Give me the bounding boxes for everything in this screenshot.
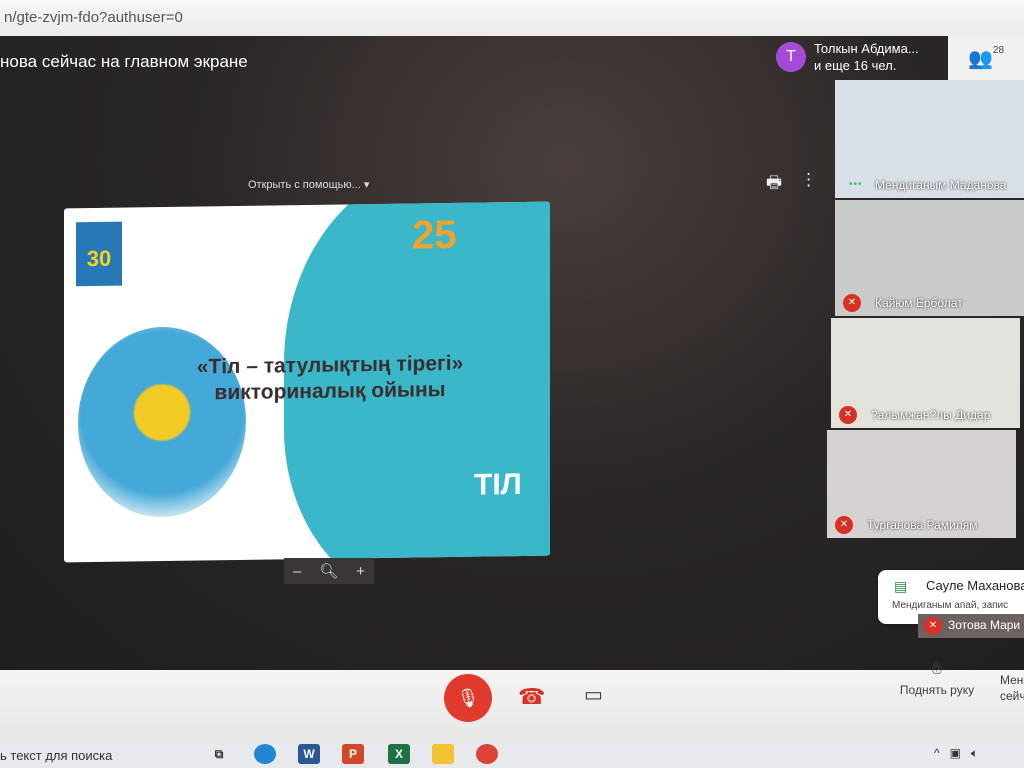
windows-taskbar: ь текст для поиска: [0, 742, 1024, 768]
powerpoint-icon[interactable]: P: [342, 744, 364, 764]
print-icon[interactable]: 🖶: [766, 170, 782, 199]
task-view-icon[interactable]: ⧉: [208, 744, 230, 764]
volume-icon[interactable]: 🔈︎: [971, 746, 978, 761]
slide-title-line1: «Тіл – татулықтың тірегі»: [196, 351, 464, 379]
present-now-button[interactable]: Мен сейч: [1000, 672, 1024, 704]
raise-hand-button[interactable]: ✋︎ Поднять руку: [896, 658, 978, 697]
camera-toggle-button[interactable]: ▭: [584, 682, 603, 707]
microphone-toggle-button[interactable]: 🎙︎: [444, 674, 492, 722]
word-icon[interactable]: W: [298, 744, 320, 764]
chevron-up-icon[interactable]: ^: [934, 746, 940, 761]
mic-off-icon: ✕: [924, 617, 942, 635]
til-logo: ТІЛ: [474, 468, 522, 502]
hand-icon: ✋︎: [931, 658, 943, 678]
edge-icon[interactable]: [254, 744, 276, 764]
participant-tile[interactable]: ✕ ?алымжан?лы Дидар: [831, 318, 1020, 428]
open-with-label: Открыть с помощью...: [248, 179, 361, 191]
participant-chip-text: Толкын Абдима... и еще 16 чел.: [814, 40, 919, 74]
present-label-line2: сейч: [1000, 689, 1024, 703]
speaking-indicator-icon: •••: [849, 179, 863, 190]
phone-hangup-icon: ☎︎: [518, 684, 546, 709]
participant-name: ?алымжан?лы Дидар: [871, 408, 991, 422]
camera-icon: ▭: [584, 684, 603, 706]
chat-icon: ▤: [894, 578, 908, 594]
zoom-controls: – 🔍︎ +: [284, 558, 374, 584]
file-explorer-icon[interactable]: [432, 744, 454, 764]
url-text: n/gte-zvjm-fdo?authuser=0: [4, 9, 183, 26]
presentation-slide: 30 25 «Тіл – татулықтың тірегі» викторин…: [64, 201, 550, 563]
viewer-actions: 🖶 ⋮: [766, 170, 817, 199]
participant-tile[interactable]: ••• Мендиганым Маданова: [835, 80, 1024, 198]
participant-name: Турганова Рамилям: [867, 518, 978, 532]
end-call-button[interactable]: ☎︎: [518, 684, 545, 710]
more-vert-icon[interactable]: ⋮: [800, 170, 817, 199]
chat-message: Мендиганым апай, запис: [892, 600, 1009, 611]
open-with-dropdown[interactable]: Открыть с помощью... ▾: [248, 178, 369, 191]
excel-icon[interactable]: X: [388, 744, 410, 764]
zoom-in-button[interactable]: +: [356, 563, 365, 580]
mic-off-icon: ✕: [839, 406, 857, 424]
slide-title-line2: викториналық ойыны: [214, 378, 446, 405]
presenting-banner: нова сейчас на главном экране: [0, 52, 248, 71]
present-label-line1: Мен: [1000, 673, 1024, 687]
browser-address-bar[interactable]: n/gte-zvjm-fdo?authuser=0: [0, 0, 1024, 36]
mic-off-icon: 🎙︎: [456, 688, 480, 708]
taskbar-search-field[interactable]: ь текст для поиска: [0, 748, 200, 763]
chat-sender: Сауле Маханова: [926, 578, 1024, 593]
call-controls-bar: [0, 670, 1024, 742]
zoom-out-button[interactable]: –: [293, 563, 301, 580]
slide-title: «Тіл – татулықтың тірегі» викториналық о…: [160, 350, 500, 407]
participant-chip-others: и еще 16 чел.: [814, 58, 897, 73]
network-icon[interactable]: ▣: [950, 746, 961, 761]
participant-tile[interactable]: ✕ Турганова Рамилям: [827, 430, 1016, 538]
mic-off-icon: ✕: [843, 294, 861, 312]
people-button[interactable]: 👥 28: [948, 36, 1024, 80]
people-icon: 👥: [967, 47, 993, 70]
chevron-down-icon: ▾: [363, 179, 370, 191]
raise-hand-label: Поднять руку: [899, 683, 975, 697]
participant-name: Зотова Мари: [948, 618, 1021, 632]
chrome-icon[interactable]: [476, 744, 498, 764]
participant-tile[interactable]: ✕ Зотова Мари: [918, 614, 1024, 638]
mic-off-icon: ✕: [835, 516, 853, 534]
participant-name: Кайюм Ерболат: [875, 296, 963, 310]
academy-25-logo: 25: [412, 212, 457, 258]
participants-count: 28: [992, 44, 1005, 56]
participant-chip-name: Толкын Абдима...: [814, 41, 919, 56]
avatar: Т: [776, 42, 806, 72]
zoom-icon[interactable]: 🔍︎: [319, 562, 338, 580]
participant-name: Мендиганым Маданова: [875, 178, 1007, 192]
participant-chip[interactable]: Т Толкын Абдима... и еще 16 чел.: [776, 40, 919, 74]
system-tray: ^ ▣ 🔈︎: [934, 746, 978, 761]
kazakhstan-30-logo: 30: [76, 221, 122, 287]
participant-tile[interactable]: ✕ Кайюм Ерболат: [835, 200, 1024, 316]
